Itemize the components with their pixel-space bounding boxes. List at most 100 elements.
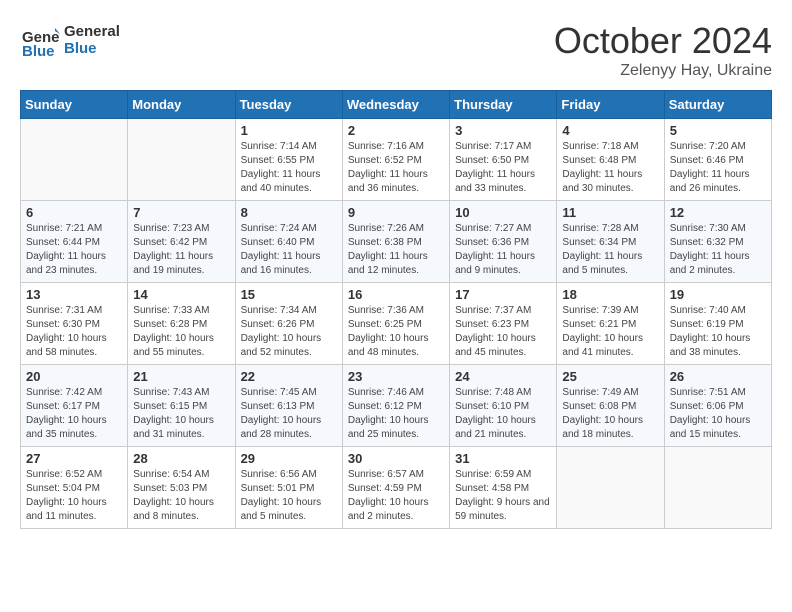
day-number: 5 bbox=[670, 123, 766, 138]
day-number: 19 bbox=[670, 287, 766, 302]
calendar-cell: 11 Sunrise: 7:28 AM Sunset: 6:34 PM Dayli… bbox=[557, 201, 664, 283]
calendar-table: SundayMondayTuesdayWednesdayThursdayFrid… bbox=[20, 90, 772, 529]
day-info: Sunrise: 6:52 AM Sunset: 5:04 PM Dayligh… bbox=[26, 468, 122, 524]
day-info: Sunrise: 7:51 AM Sunset: 6:06 PM Dayligh… bbox=[670, 386, 766, 442]
day-info: Sunrise: 7:37 AM Sunset: 6:23 PM Dayligh… bbox=[455, 304, 551, 360]
day-info: Sunrise: 7:46 AM Sunset: 6:12 PM Dayligh… bbox=[348, 386, 444, 442]
logo-blue: Blue bbox=[64, 40, 120, 57]
calendar-cell: 28Sunrise: 6:54 AM Sunset: 5:03 PM Dayli… bbox=[128, 447, 235, 529]
day-info: Sunrise: 7:23 AM Sunset: 6:42 PM Dayligh… bbox=[133, 222, 229, 278]
day-number: 15 bbox=[241, 287, 337, 302]
day-info: Sunrise: 7:49 AM Sunset: 6:08 PM Dayligh… bbox=[562, 386, 658, 442]
calendar-week-row: 6 Sunrise: 7:21 AM Sunset: 6:44 PM Daylig… bbox=[21, 201, 772, 283]
calendar-cell: 8Sunrise: 7:24 AM Sunset: 6:40 PM Daylig… bbox=[235, 201, 342, 283]
day-info: Sunrise: 7:43 AM Sunset: 6:15 PM Dayligh… bbox=[133, 386, 229, 442]
day-info: Sunrise: 7:18 AM Sunset: 6:48 PM Dayligh… bbox=[562, 140, 658, 196]
calendar-cell: 24Sunrise: 7:48 AM Sunset: 6:10 PM Dayli… bbox=[450, 365, 557, 447]
day-info: Sunrise: 7:34 AM Sunset: 6:26 PM Dayligh… bbox=[241, 304, 337, 360]
day-number: 1 bbox=[241, 123, 337, 138]
calendar-cell: 14 Sunrise: 7:33 AM Sunset: 6:28 PM Dayli… bbox=[128, 283, 235, 365]
day-number: 14 bbox=[133, 287, 229, 302]
day-number: 13 bbox=[26, 287, 122, 302]
weekday-header-cell: Monday bbox=[128, 91, 235, 119]
day-number: 26 bbox=[670, 369, 766, 384]
calendar-cell: 31Sunrise: 6:59 AM Sunset: 4:58 PM Dayli… bbox=[450, 447, 557, 529]
weekday-header-cell: Tuesday bbox=[235, 91, 342, 119]
day-info: Sunrise: 7:17 AM Sunset: 6:50 PM Dayligh… bbox=[455, 140, 551, 196]
calendar-cell: 25 Sunrise: 7:49 AM Sunset: 6:08 PM Dayli… bbox=[557, 365, 664, 447]
calendar-cell: 23 Sunrise: 7:46 AM Sunset: 6:12 PM Dayli… bbox=[342, 365, 449, 447]
calendar-cell: 18 Sunrise: 7:39 AM Sunset: 6:21 PM Dayli… bbox=[557, 283, 664, 365]
day-number: 16 bbox=[348, 287, 444, 302]
day-info: Sunrise: 7:40 AM Sunset: 6:19 PM Dayligh… bbox=[670, 304, 766, 360]
calendar-cell: 13 Sunrise: 7:31 AM Sunset: 6:30 PM Dayli… bbox=[21, 283, 128, 365]
day-info: Sunrise: 7:42 AM Sunset: 6:17 PM Dayligh… bbox=[26, 386, 122, 442]
logo: General Blue General Blue bbox=[20, 20, 120, 60]
day-info: Sunrise: 7:45 AM Sunset: 6:13 PM Dayligh… bbox=[241, 386, 337, 442]
day-info: Sunrise: 7:20 AM Sunset: 6:46 PM Dayligh… bbox=[670, 140, 766, 196]
day-number: 23 bbox=[348, 369, 444, 384]
calendar-cell: 2Sunrise: 7:16 AM Sunset: 6:52 PM Daylig… bbox=[342, 119, 449, 201]
day-info: Sunrise: 7:48 AM Sunset: 6:10 PM Dayligh… bbox=[455, 386, 551, 442]
calendar-cell bbox=[664, 447, 771, 529]
day-number: 8 bbox=[241, 205, 337, 220]
calendar-cell bbox=[21, 119, 128, 201]
logo-general: General bbox=[64, 23, 120, 40]
day-number: 17 bbox=[455, 287, 551, 302]
day-number: 29 bbox=[241, 451, 337, 466]
weekday-header-cell: Wednesday bbox=[342, 91, 449, 119]
calendar-cell: 20 Sunrise: 7:42 AM Sunset: 6:17 PM Dayli… bbox=[21, 365, 128, 447]
page-header: General Blue General Blue October 2024 Z… bbox=[20, 20, 772, 80]
weekday-header-cell: Friday bbox=[557, 91, 664, 119]
weekday-header-row: SundayMondayTuesdayWednesdayThursdayFrid… bbox=[21, 91, 772, 119]
day-number: 27 bbox=[26, 451, 122, 466]
day-info: Sunrise: 7:31 AM Sunset: 6:30 PM Dayligh… bbox=[26, 304, 122, 360]
day-number: 10 bbox=[455, 205, 551, 220]
calendar-cell: 6 Sunrise: 7:21 AM Sunset: 6:44 PM Daylig… bbox=[21, 201, 128, 283]
day-info: Sunrise: 6:57 AM Sunset: 4:59 PM Dayligh… bbox=[348, 468, 444, 524]
calendar-cell bbox=[557, 447, 664, 529]
calendar-cell bbox=[128, 119, 235, 201]
calendar-cell: 16 Sunrise: 7:36 AM Sunset: 6:25 PM Dayli… bbox=[342, 283, 449, 365]
day-number: 12 bbox=[670, 205, 766, 220]
calendar-cell: 26 Sunrise: 7:51 AM Sunset: 6:06 PM Dayli… bbox=[664, 365, 771, 447]
calendar-cell: 30 Sunrise: 6:57 AM Sunset: 4:59 PM Dayli… bbox=[342, 447, 449, 529]
weekday-header-cell: Sunday bbox=[21, 91, 128, 119]
calendar-cell: 12Sunrise: 7:30 AM Sunset: 6:32 PM Dayli… bbox=[664, 201, 771, 283]
calendar-cell: 27 Sunrise: 6:52 AM Sunset: 5:04 PM Dayli… bbox=[21, 447, 128, 529]
day-number: 4 bbox=[562, 123, 658, 138]
day-info: Sunrise: 7:28 AM Sunset: 6:34 PM Dayligh… bbox=[562, 222, 658, 278]
calendar-week-row: 20 Sunrise: 7:42 AM Sunset: 6:17 PM Dayli… bbox=[21, 365, 772, 447]
day-info: Sunrise: 6:56 AM Sunset: 5:01 PM Dayligh… bbox=[241, 468, 337, 524]
day-number: 30 bbox=[348, 451, 444, 466]
day-number: 18 bbox=[562, 287, 658, 302]
day-info: Sunrise: 7:33 AM Sunset: 6:28 PM Dayligh… bbox=[133, 304, 229, 360]
day-number: 6 bbox=[26, 205, 122, 220]
calendar-cell: 1 Sunrise: 7:14 AM Sunset: 6:55 PM Daylig… bbox=[235, 119, 342, 201]
day-info: Sunrise: 7:27 AM Sunset: 6:36 PM Dayligh… bbox=[455, 222, 551, 278]
calendar-cell: 19 Sunrise: 7:40 AM Sunset: 6:19 PM Dayli… bbox=[664, 283, 771, 365]
day-info: Sunrise: 7:36 AM Sunset: 6:25 PM Dayligh… bbox=[348, 304, 444, 360]
day-number: 20 bbox=[26, 369, 122, 384]
day-info: Sunrise: 7:14 AM Sunset: 6:55 PM Dayligh… bbox=[241, 140, 337, 196]
calendar-cell: 29 Sunrise: 6:56 AM Sunset: 5:01 PM Dayli… bbox=[235, 447, 342, 529]
calendar-cell: 17 Sunrise: 7:37 AM Sunset: 6:23 PM Dayli… bbox=[450, 283, 557, 365]
calendar-cell: 7Sunrise: 7:23 AM Sunset: 6:42 PM Daylig… bbox=[128, 201, 235, 283]
day-number: 2 bbox=[348, 123, 444, 138]
calendar-cell: 22 Sunrise: 7:45 AM Sunset: 6:13 PM Dayli… bbox=[235, 365, 342, 447]
weekday-header-cell: Thursday bbox=[450, 91, 557, 119]
day-number: 22 bbox=[241, 369, 337, 384]
day-number: 3 bbox=[455, 123, 551, 138]
title-block: October 2024 Zelenyy Hay, Ukraine bbox=[554, 20, 772, 80]
calendar-cell: 21 Sunrise: 7:43 AM Sunset: 6:15 PM Dayli… bbox=[128, 365, 235, 447]
day-info: Sunrise: 7:39 AM Sunset: 6:21 PM Dayligh… bbox=[562, 304, 658, 360]
day-info: Sunrise: 7:21 AM Sunset: 6:44 PM Dayligh… bbox=[26, 222, 122, 278]
day-info: Sunrise: 7:26 AM Sunset: 6:38 PM Dayligh… bbox=[348, 222, 444, 278]
calendar-cell: 3 Sunrise: 7:17 AM Sunset: 6:50 PM Daylig… bbox=[450, 119, 557, 201]
day-number: 11 bbox=[562, 205, 658, 220]
day-number: 21 bbox=[133, 369, 229, 384]
day-number: 25 bbox=[562, 369, 658, 384]
calendar-week-row: 13 Sunrise: 7:31 AM Sunset: 6:30 PM Dayli… bbox=[21, 283, 772, 365]
day-info: Sunrise: 6:59 AM Sunset: 4:58 PM Dayligh… bbox=[455, 468, 551, 524]
day-number: 9 bbox=[348, 205, 444, 220]
